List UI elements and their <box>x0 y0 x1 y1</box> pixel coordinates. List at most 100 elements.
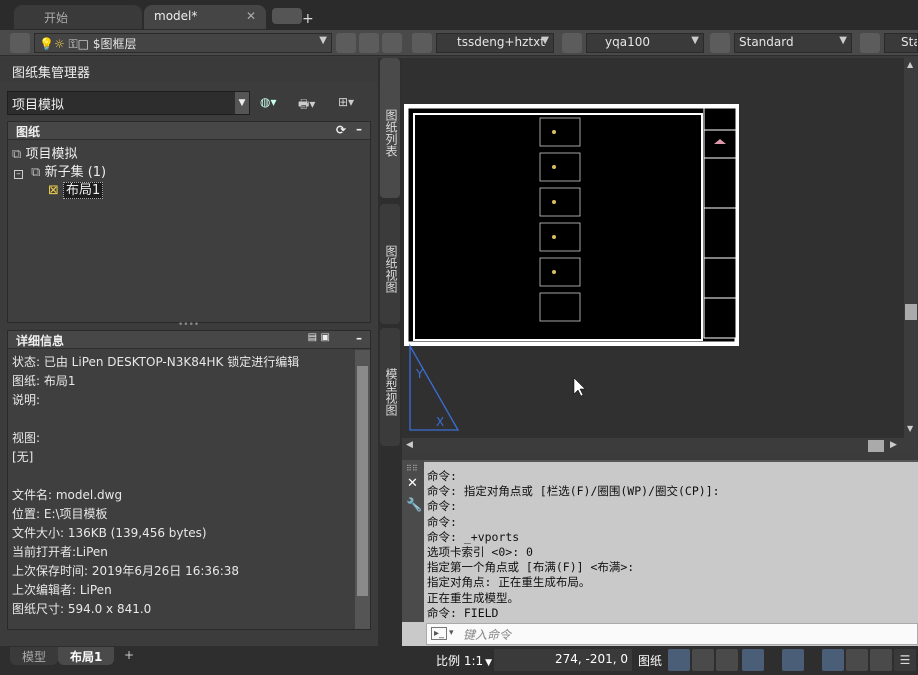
chevron-down-icon: ▼ <box>691 35 699 46</box>
sheet-selection-icon[interactable]: ⊞▾ <box>338 95 354 109</box>
tree-sheet[interactable]: ⊠ 布局1 <box>48 179 104 199</box>
make-current-layer-icon[interactable] <box>336 33 356 53</box>
subset-icon: ⧉ <box>31 165 41 180</box>
collapse-toggle-icon[interactable]: – <box>14 170 23 179</box>
horizontal-scrollbar[interactable]: ◀ ▶ <box>402 438 918 454</box>
detail-line: 文件大小: 136KB (139,456 bytes) <box>12 526 207 540</box>
command-prompt-icon[interactable]: ▸_ <box>431 627 448 640</box>
close-icon[interactable]: ✕ <box>246 9 256 23</box>
detail-line: 视图: <box>12 431 41 445</box>
drawing-viewport[interactable]: Y X <box>402 58 904 438</box>
tab-sheet-views[interactable]: 图纸视图 <box>380 204 400 324</box>
dim-style-icon[interactable] <box>562 33 582 53</box>
workspace-icon[interactable] <box>782 649 804 671</box>
add-layout-button[interactable]: + <box>112 647 146 665</box>
detail-line: 状态: 已由 LiPen DESKTOP-N3K84HK 锁定进行编辑 <box>12 355 300 369</box>
command-input[interactable]: ▸_ ▾ 键入命令 <box>426 623 918 645</box>
cursor-icon <box>573 377 586 397</box>
details-scrollbar[interactable] <box>355 350 370 629</box>
dim-style-value: yqa100 <box>605 35 650 49</box>
tab-sheet-list[interactable]: 图纸列表 <box>380 58 400 198</box>
hardware-acceleration-icon[interactable] <box>846 649 868 671</box>
sheets-header: 图纸 ⟳ – <box>8 122 370 140</box>
svg-text:X: X <box>436 415 444 429</box>
globe-icon[interactable]: ◍▾ <box>260 95 277 109</box>
drawing-canvas: Y X <box>404 104 739 431</box>
command-history-line: 命令: <box>427 469 457 483</box>
scale-menu[interactable]: 比例 1:1 ▼ <box>436 652 492 669</box>
scroll-thumb[interactable] <box>905 304 917 320</box>
sheet-set-icon: ⧉ <box>12 147 22 162</box>
chevron-down-icon: ▼ <box>235 92 249 114</box>
tab-model-space[interactable]: 模型 <box>10 647 59 665</box>
svg-text:Y: Y <box>415 367 424 381</box>
sheet-set-combo[interactable]: 项目模拟 ▼ <box>7 91 250 115</box>
command-history-line: 命令: _+vports <box>427 529 520 544</box>
detail-line: 位置: E:\项目模板 <box>12 507 108 521</box>
collapse-icon[interactable]: – <box>356 331 362 345</box>
scroll-down-icon[interactable]: ▼ <box>907 424 913 433</box>
command-history-line: 指定对角点: 正在重生成布局。 <box>427 575 591 590</box>
multileader-style-icon[interactable] <box>860 33 880 53</box>
command-history-line: 选项卡索引 <0>: 0 <box>427 545 533 560</box>
chevron-down-icon[interactable]: ▾ <box>449 628 454 638</box>
new-tab-button[interactable]: + <box>272 8 314 27</box>
scroll-up-icon[interactable]: ▲ <box>907 60 913 69</box>
publish-icon[interactable]: 🖶▾ <box>298 95 315 116</box>
tree-sheet-label: 布局1 <box>63 182 104 199</box>
tab-start[interactable]: 开始 <box>14 5 142 29</box>
tree-root[interactable]: ⧉ 项目模拟 <box>12 143 77 162</box>
tree-root-label: 项目模拟 <box>25 147 78 162</box>
scroll-right-icon[interactable]: ▶ <box>890 440 897 450</box>
coordinates-readout: 274, -201, 0 <box>494 649 632 671</box>
scroll-thumb[interactable] <box>868 440 884 452</box>
refresh-icon[interactable]: ⟳ <box>336 123 346 137</box>
collapse-icon[interactable]: – <box>356 122 362 136</box>
customize-menu-icon[interactable]: ☰ <box>894 649 916 671</box>
text-style-icon[interactable] <box>412 33 432 53</box>
locked-sheet-icon: ⊠ <box>48 183 59 198</box>
command-window-handle: ⠿⠿ ✕ 🔧 <box>402 460 424 622</box>
details-header-label: 详细信息 <box>16 334 65 348</box>
scroll-thumb[interactable] <box>357 366 368 596</box>
detail-line: 图纸尺寸: 594.0 x 841.0 <box>12 602 152 616</box>
grip-icon[interactable]: ⠿⠿ <box>406 464 418 473</box>
command-history-line: 命令: <box>427 514 457 529</box>
text-style-combo[interactable]: tssdeng+hztxt ▼ <box>436 33 554 53</box>
match-layer-icon[interactable] <box>359 33 379 53</box>
scroll-left-icon[interactable]: ◀ <box>406 440 413 450</box>
layer-properties-icon[interactable] <box>10 33 30 53</box>
table-style-combo[interactable]: Standard ▼ <box>734 33 852 53</box>
close-icon[interactable]: ✕ <box>407 476 418 491</box>
object-snap-icon[interactable] <box>742 649 764 671</box>
splitter-handle[interactable]: •••• <box>178 320 199 330</box>
details-icon[interactable]: ▤ ▣ <box>308 332 330 343</box>
polar-tracking-icon[interactable] <box>716 649 738 671</box>
details-section: 详细信息 ▤ ▣ – 状态: 已由 LiPen DESKTOP-N3K84HK … <box>7 330 371 630</box>
layer-combo[interactable]: 💡☼ ⚿□ $图框层 ▼ <box>34 33 332 53</box>
command-history-line: 命令: FIELD <box>427 605 499 620</box>
grid-snap-icon[interactable] <box>668 649 690 671</box>
tab-layout1[interactable]: 布局1 <box>58 647 115 665</box>
table-style-value: Standard <box>739 35 794 49</box>
clean-screen-icon[interactable] <box>870 649 892 671</box>
ortho-icon[interactable] <box>692 649 714 671</box>
tab-model-views[interactable]: 模型视图 <box>380 328 400 446</box>
detail-line: 文件名: model.dwg <box>12 488 123 502</box>
command-history-line: 正在重生成模型。 <box>427 590 519 605</box>
paper-space-toggle[interactable]: 图纸 <box>638 652 662 669</box>
previous-layer-icon[interactable] <box>382 33 402 53</box>
isolate-icon[interactable] <box>822 649 844 671</box>
dim-style-combo[interactable]: yqa100 ▼ <box>586 33 704 53</box>
multileader-style-combo[interactable]: Sta <box>884 33 918 53</box>
wrench-icon[interactable]: 🔧 <box>406 498 422 513</box>
vertical-scrollbar[interactable]: ▲ ▼ <box>904 58 918 438</box>
command-history-line: 指定第一个角点或 [布满(F)] <布满>: <box>427 560 635 575</box>
chevron-down-icon: ▼ <box>541 35 549 46</box>
tab-model[interactable]: model* ✕ <box>144 5 266 29</box>
drawing-frame <box>413 113 703 341</box>
detail-line: 上次编辑者: LiPen <box>12 583 112 597</box>
table-style-icon[interactable] <box>710 33 730 53</box>
command-history-line: 命令: <box>427 499 457 514</box>
tree-subset[interactable]: – ⧉ 新子集 (1) <box>14 161 106 180</box>
